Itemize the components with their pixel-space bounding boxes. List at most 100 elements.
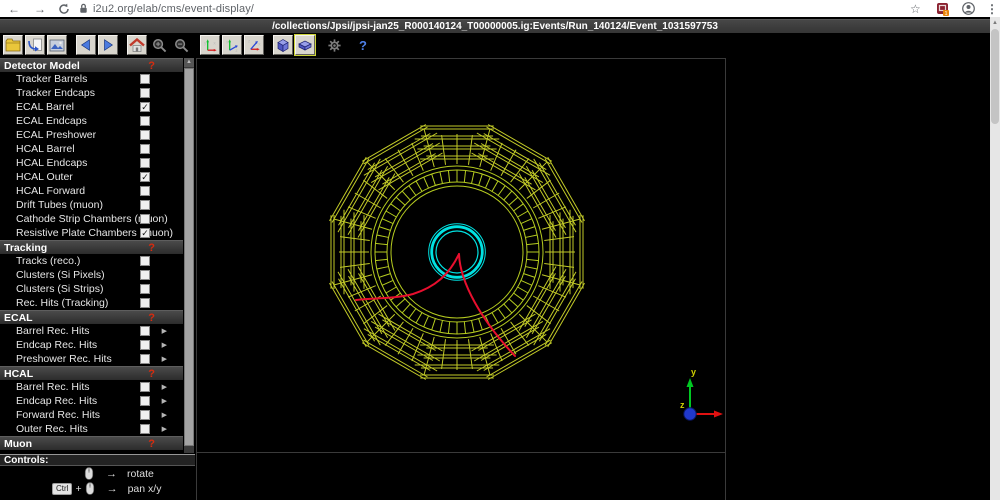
forward-icon[interactable]: → (34, 0, 46, 17)
settings-button[interactable] (324, 35, 344, 55)
svg-text:z: z (235, 48, 238, 53)
checkbox[interactable] (140, 396, 150, 406)
submenu-arrow-icon[interactable]: ▶ (162, 397, 167, 405)
arrow-left-icon (79, 38, 93, 52)
profile-avatar[interactable] (962, 0, 975, 17)
window-scrollbar[interactable]: ▲ (990, 17, 1000, 500)
item-label: ECAL Barrel (0, 101, 74, 113)
extension-icon[interactable]: 1 (936, 0, 950, 17)
sidebar-item-hcal-outer: HCAL Outer✓ (0, 170, 183, 184)
view-along-y-button[interactable]: zx (222, 35, 242, 55)
window-scroll-up-icon[interactable]: ▲ (990, 17, 1000, 29)
checkbox[interactable] (140, 340, 150, 350)
checkbox[interactable] (140, 144, 150, 154)
checkbox[interactable] (140, 354, 150, 364)
event-3d-canvas[interactable]: yxz (196, 58, 726, 453)
checkbox[interactable] (140, 214, 150, 224)
help-icon[interactable]: ? (148, 368, 155, 380)
window-scrollbar-thumb[interactable] (991, 29, 999, 124)
item-label: ECAL Endcaps (0, 115, 87, 127)
checkbox[interactable] (140, 130, 150, 140)
section-title: Detector Model (0, 60, 80, 72)
reload-icon[interactable] (58, 0, 70, 17)
help-button[interactable]: ? (353, 35, 373, 55)
section-title: ECAL (0, 312, 33, 324)
checkbox[interactable] (140, 270, 150, 280)
checkbox[interactable] (140, 158, 150, 168)
import-icon (27, 38, 43, 52)
previous-event-button[interactable] (76, 35, 96, 55)
checkbox[interactable] (140, 256, 150, 266)
back-icon[interactable]: ← (8, 0, 20, 17)
browser-menu-icon[interactable]: ⋮ (986, 0, 998, 17)
submenu-arrow-icon[interactable]: ▶ (162, 425, 167, 433)
help-icon[interactable]: ? (148, 438, 155, 450)
svg-text:z: z (680, 400, 685, 410)
sidebar-item-preshower-rec-hits: Preshower Rec. Hits▶ (0, 352, 183, 366)
checkbox[interactable] (140, 410, 150, 420)
item-label: Endcap Rec. Hits (0, 395, 97, 407)
perspective-view-button[interactable] (273, 35, 293, 55)
checkbox[interactable]: ✓ (140, 172, 150, 182)
next-event-button[interactable] (98, 35, 118, 55)
bookmark-star-icon[interactable]: ☆ (910, 0, 921, 17)
arrow-glyph: → (106, 468, 117, 480)
scroll-up-icon[interactable]: ▲ (184, 58, 194, 67)
item-label: Outer Rec. Hits (0, 423, 88, 435)
axes-xyz-icon: xy (203, 38, 218, 53)
checkbox[interactable] (140, 116, 150, 126)
zoom-out-icon (174, 38, 189, 53)
controls-legend: Controls: →rotateCtrl+→pan x/y (0, 454, 195, 500)
orthographic-view-button[interactable] (295, 35, 315, 55)
item-label: Drift Tubes (muon) (0, 199, 103, 211)
zoom-in-button[interactable] (149, 35, 169, 55)
submenu-arrow-icon[interactable]: ▶ (162, 341, 167, 349)
help-icon[interactable]: ? (148, 242, 155, 254)
sidebar-item-hcal-forward: HCAL Forward (0, 184, 183, 198)
sidebar-item-ecal-barrel: ECAL Barrel ✓ (0, 100, 183, 114)
cube-icon (275, 37, 291, 53)
section-header-muon: Muon? (0, 436, 183, 450)
checkbox[interactable] (140, 88, 150, 98)
item-label: Forward Rec. Hits (0, 409, 100, 421)
help-icon[interactable]: ? (148, 60, 155, 72)
home-view-button[interactable] (127, 35, 147, 55)
submenu-arrow-icon[interactable]: ▶ (162, 383, 167, 391)
sidebar-scrollbar-thumb[interactable] (184, 68, 194, 446)
sidebar-item-rec-hits-tracking: Rec. Hits (Tracking) (0, 296, 183, 310)
help-icon: ? (357, 38, 369, 53)
submenu-arrow-icon[interactable]: ▶ (162, 411, 167, 419)
control-row (0, 496, 195, 500)
sidebar-item-resistive-plate-chambers-muon: Resistive Plate Chambers (muon)✓ (0, 226, 183, 240)
checkbox[interactable] (140, 74, 150, 84)
sidebar-scrollbar[interactable]: ▲ (184, 58, 194, 453)
checkbox[interactable] (140, 382, 150, 392)
checkbox[interactable]: ✓ (140, 102, 150, 112)
url-bar[interactable]: i2u2.org/elab/cms/event-display/ (93, 0, 254, 17)
detector-settings-sidebar: Detector Model?Tracker BarrelsTracker En… (0, 58, 183, 452)
section-header-ecal: ECAL? (0, 310, 183, 324)
help-icon[interactable]: ? (148, 312, 155, 324)
section-title: Tracking (0, 242, 47, 254)
zoom-out-button[interactable] (171, 35, 191, 55)
submenu-arrow-icon[interactable]: ▶ (162, 327, 167, 335)
checkbox[interactable] (140, 186, 150, 196)
control-row-rotate: →rotate (0, 466, 195, 481)
svg-text:x: x (258, 41, 261, 46)
view-along-z-button[interactable]: xy (200, 35, 220, 55)
section-header-detector-model: Detector Model? (0, 58, 183, 72)
arrow-glyph: → (107, 483, 118, 495)
checkbox[interactable] (140, 284, 150, 294)
open-file-button[interactable] (3, 35, 23, 55)
item-label: ECAL Preshower (0, 129, 96, 141)
checkbox[interactable] (140, 424, 150, 434)
checkbox[interactable] (140, 326, 150, 336)
checkbox[interactable] (140, 200, 150, 210)
export-image-button[interactable] (47, 35, 67, 55)
checkbox[interactable] (140, 298, 150, 308)
checkbox[interactable]: ✓ (140, 228, 150, 238)
import-event-button[interactable] (25, 35, 45, 55)
view-along-x-button[interactable]: zx (244, 35, 264, 55)
detector-wireframe: yxz (197, 59, 725, 452)
submenu-arrow-icon[interactable]: ▶ (162, 355, 167, 363)
